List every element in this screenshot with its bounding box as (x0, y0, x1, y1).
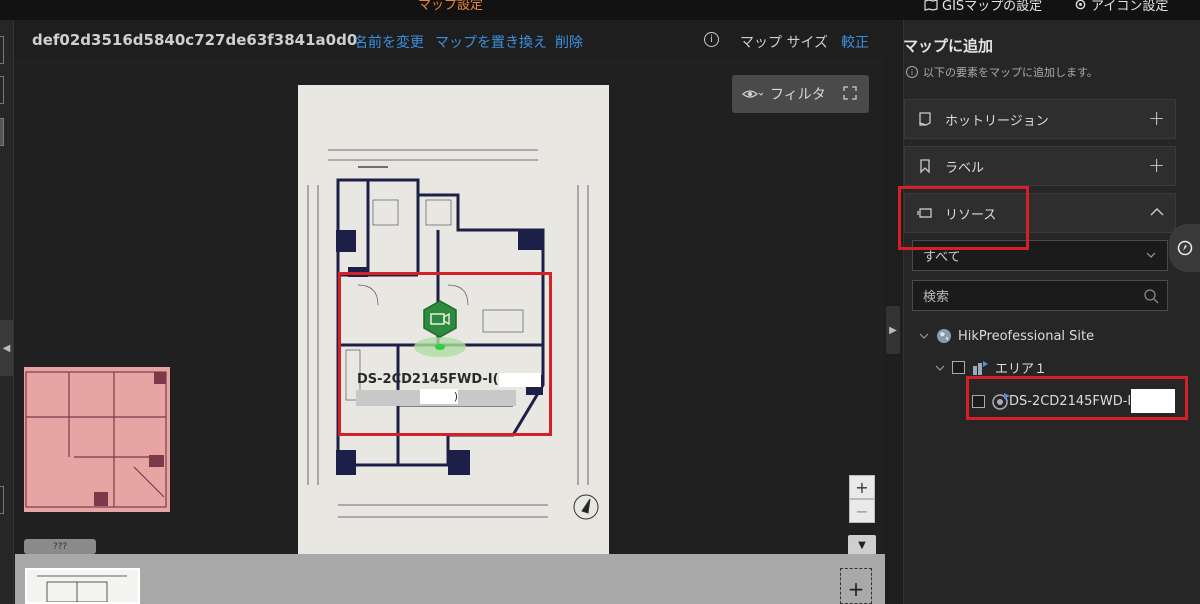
add-map-button[interactable]: + (840, 568, 872, 604)
zoom-in-button[interactable]: + (849, 475, 875, 499)
top-bar: マップ設定 GISマップの設定 アイコン設定 (0, 0, 1200, 20)
tree-device-node[interactable]: DS-2CD2145FWD-I (972, 389, 1176, 413)
zoom-out-button[interactable]: − (849, 499, 875, 523)
tree-device-checkbox[interactable] (972, 394, 985, 408)
chevron-down-icon (1146, 252, 1156, 258)
gis-settings-label: GISマップの設定 (942, 0, 1043, 14)
camera-device-icon (423, 300, 457, 338)
area-map-icon (973, 360, 988, 375)
tree-area-label: エリア１ (995, 362, 1048, 377)
tab-map-settings[interactable]: マップ設定 (418, 0, 483, 13)
search-icon[interactable] (1143, 288, 1159, 304)
tree-device-label: DS-2CD2145FWD-I (1009, 393, 1132, 409)
device-map-label[interactable]: DS-2CD2145FWD-I( (357, 372, 541, 387)
globe-icon (937, 329, 951, 343)
section-resource[interactable]: リソース (904, 193, 1176, 233)
hot-region-icon (919, 112, 931, 126)
section-label[interactable]: ラベル + (904, 146, 1176, 186)
replace-map-link[interactable]: マップを置き換え (435, 32, 547, 52)
minimap[interactable] (24, 367, 170, 512)
add-hot-region-icon[interactable]: + (1148, 106, 1165, 130)
resource-filter-value: すべて (923, 250, 961, 265)
resource-search-input[interactable]: 検索 (912, 280, 1168, 311)
fullscreen-icon[interactable] (843, 86, 857, 100)
left-tool-3[interactable] (0, 118, 4, 146)
chevron-down-icon[interactable] (918, 330, 930, 342)
collapse-left-icon[interactable]: ◀ (0, 320, 13, 376)
map-thumbnail[interactable] (25, 568, 140, 604)
floor-plan-image[interactable] (298, 85, 609, 554)
filter-button[interactable]: フィルタ (732, 75, 869, 113)
floor-plan-drawing (307, 149, 599, 520)
map-thumbnail-strip: + (15, 554, 885, 604)
search-placeholder: 検索 (923, 290, 950, 305)
delete-link[interactable]: 削除 (555, 32, 583, 52)
rename-link[interactable]: 名前を変更 (354, 32, 424, 52)
filter-label: フィルタ (770, 87, 826, 103)
left-tool-4[interactable] (0, 486, 4, 514)
panel-title: マップに追加 (903, 37, 994, 55)
chevron-down-icon[interactable] (934, 362, 946, 374)
panel-hint: i 以下の要素をマップに追加します。 (906, 64, 1098, 80)
add-label-icon[interactable]: + (1148, 153, 1165, 177)
gis-settings-link[interactable]: GISマップの設定 (924, 0, 1042, 14)
chevron-up-icon[interactable] (1149, 204, 1165, 220)
left-toolbar: ◀ (0, 20, 14, 604)
compass-icon (1177, 240, 1192, 256)
device-map-label-text: DS-2CD2145FWD-I( (357, 372, 499, 387)
resource-filter-select[interactable]: すべて (912, 240, 1168, 271)
side-tab[interactable] (1169, 224, 1200, 272)
minimap-tag[interactable]: ??? (24, 539, 96, 554)
info-icon: i (906, 66, 918, 78)
thumbnail-drawing (37, 575, 127, 602)
device-map-label-line2: ) (420, 389, 458, 404)
section-resource-label: リソース (945, 207, 997, 223)
eye-icon (742, 90, 764, 98)
section-hot-region-label: ホットリージョン (945, 113, 1049, 129)
left-tool-1[interactable] (0, 36, 4, 64)
tree-site-node[interactable]: HikPreofessional Site (918, 328, 1094, 344)
resource-camera-icon (917, 208, 932, 218)
redacted-block (1131, 389, 1176, 413)
map-settings-screen: マップ設定 GISマップの設定 アイコン設定 ◀ def02d3516d5840… (0, 0, 1200, 604)
minimap-drawing (25, 371, 167, 508)
redacted-block (498, 372, 541, 387)
camera-icon (992, 393, 1010, 410)
icon-settings-label: アイコン設定 (1091, 0, 1169, 14)
map-dropdown-button[interactable]: ▼ (848, 535, 876, 555)
map-id-title: def02d3516d5840c727de63f3841a0d0 (32, 31, 358, 49)
gis-map-icon (924, 0, 938, 11)
tree-site-label: HikPreofessional Site (958, 328, 1095, 344)
tree-area-checkbox[interactable] (952, 361, 965, 374)
gear-icon (1075, 0, 1086, 10)
map-size-label: マップ サイズ (740, 35, 829, 51)
icon-settings-link[interactable]: アイコン設定 (1074, 0, 1168, 14)
bookmark-icon (920, 159, 930, 174)
left-tool-2[interactable] (0, 76, 4, 104)
tree-area-node[interactable]: エリア１ (934, 358, 1047, 377)
panel-hint-text: 以下の要素をマップに追加します。 (923, 66, 1098, 79)
section-label-label: ラベル (945, 160, 985, 176)
info-icon[interactable]: i (704, 32, 719, 47)
collapse-right-panel-icon[interactable]: ▶ (886, 306, 900, 354)
calibrate-link[interactable]: 較正 (841, 32, 869, 52)
section-hot-region[interactable]: ホットリージョン + (904, 99, 1176, 139)
